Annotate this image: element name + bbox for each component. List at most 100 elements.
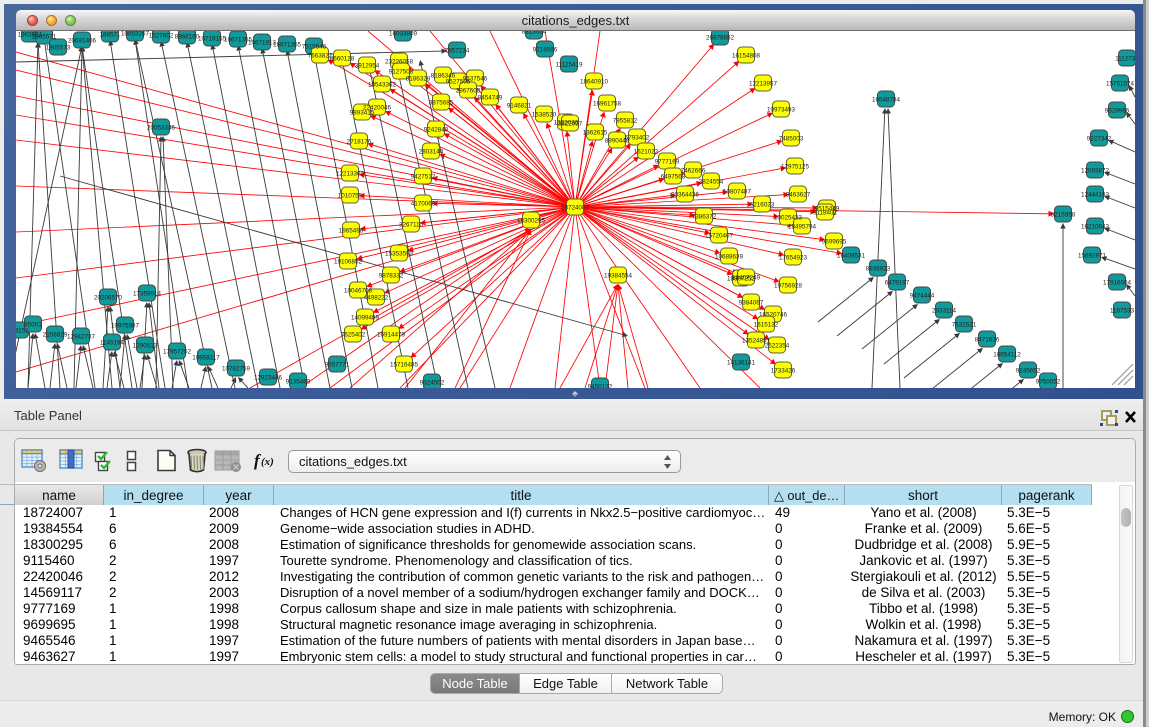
svg-text:9384067: 9384067: [739, 300, 764, 307]
svg-text:9537546: 9537546: [463, 76, 488, 83]
svg-text:6479197: 6479197: [885, 280, 910, 287]
svg-text:16671355: 16671355: [273, 42, 302, 49]
svg-text:2156829: 2156829: [43, 332, 68, 339]
svg-text:9657771: 9657771: [325, 362, 350, 369]
svg-text:17359914: 17359914: [133, 291, 162, 298]
svg-text:9699695: 9699695: [822, 239, 847, 246]
svg-text:1733426: 1733426: [771, 368, 796, 375]
svg-text:2522354: 2522354: [765, 343, 790, 350]
svg-text:6793402: 6793402: [625, 135, 650, 142]
svg-text:17957252: 17957252: [163, 349, 192, 356]
svg-text:85001: 85001: [24, 322, 42, 329]
svg-text:1965498: 1965498: [339, 228, 364, 235]
svg-text:15716485: 15716485: [390, 362, 419, 369]
svg-text:3912954: 3912954: [355, 63, 380, 70]
svg-text:23226058: 23226058: [385, 59, 414, 66]
svg-text:1621022: 1621022: [634, 149, 659, 156]
svg-text:2803144: 2803144: [419, 149, 444, 156]
svg-text:10025433: 10025433: [774, 215, 803, 222]
svg-text:10807487: 10807487: [723, 189, 752, 196]
svg-text:7485003: 7485003: [779, 136, 804, 143]
svg-text:15720407: 15720407: [705, 233, 734, 240]
svg-text:16210643: 16210643: [1081, 224, 1110, 231]
svg-text:3875685: 3875685: [429, 100, 454, 107]
svg-text:26878682: 26878682: [706, 35, 735, 42]
svg-text:20691406: 20691406: [68, 38, 97, 45]
svg-text:1145194: 1145194: [100, 340, 125, 347]
svg-text:15692971: 15692971: [1078, 253, 1107, 260]
svg-text:12213957: 12213957: [749, 81, 778, 88]
svg-text:1112739: 1112739: [1115, 56, 1135, 63]
svg-text:17916504: 17916504: [1103, 280, 1132, 287]
svg-text:8966160: 8966160: [175, 34, 200, 41]
svg-text:8454749: 8454749: [478, 95, 503, 102]
svg-text:1290513: 1290513: [133, 343, 158, 350]
svg-text:12444193: 12444193: [1081, 192, 1110, 199]
svg-text:10719155: 10719155: [198, 36, 227, 43]
svg-text:11125419: 11125419: [555, 62, 583, 69]
svg-text:8471626: 8471626: [975, 337, 1000, 344]
svg-text:15751074: 15751074: [1106, 81, 1135, 88]
svg-text:12093872: 12093872: [1081, 168, 1110, 175]
svg-text:17654923: 17654923: [779, 255, 808, 262]
svg-text:10975887: 10975887: [111, 323, 140, 330]
svg-text:6497568: 6497568: [661, 174, 686, 181]
svg-text:9135469: 9135469: [286, 379, 311, 386]
svg-text:2933114: 2933114: [932, 308, 957, 315]
svg-text:10973493: 10973493: [767, 107, 796, 114]
svg-text:2718176: 2718176: [347, 139, 372, 146]
svg-text:3267110: 3267110: [399, 222, 424, 229]
svg-text:1905573: 1905573: [46, 45, 71, 52]
svg-text:9227342: 9227342: [1087, 136, 1112, 143]
svg-text:19384554: 19384554: [604, 273, 633, 280]
svg-text:20206570: 20206570: [94, 295, 123, 302]
svg-text:1362615: 1362615: [583, 130, 608, 137]
svg-text:9146821: 9146821: [507, 103, 532, 110]
svg-text:8186328: 8186328: [406, 76, 431, 83]
svg-text:19756928: 19756928: [774, 283, 803, 290]
svg-text:18640910: 18640910: [580, 79, 609, 86]
svg-text:18407249: 18407249: [732, 275, 761, 282]
svg-text:1527602: 1527602: [149, 33, 174, 40]
svg-text:10782759: 10782759: [222, 366, 251, 373]
svg-text:1010755: 1010755: [338, 193, 363, 200]
svg-text:14099489: 14099489: [351, 315, 380, 322]
svg-text:10654112: 10654112: [993, 352, 1021, 359]
svg-text:7515546: 7515546: [302, 44, 327, 51]
svg-text:10543362: 10543362: [368, 82, 397, 89]
svg-text:10853267: 10853267: [121, 31, 150, 38]
svg-text:3824554: 3824554: [699, 179, 724, 186]
svg-text:10688639: 10688639: [715, 254, 744, 261]
svg-text:7857234: 7857234: [445, 48, 470, 55]
svg-text:16548784: 16548784: [872, 97, 901, 104]
svg-text:7955812: 7955812: [613, 118, 638, 125]
svg-text:7462666: 7462666: [681, 168, 706, 175]
svg-text:12213362: 12213362: [336, 171, 365, 178]
svg-text:18300295: 18300295: [517, 218, 546, 225]
svg-text:(x): (x): [261, 456, 274, 468]
svg-text:16914479: 16914479: [377, 332, 406, 339]
svg-text:12923446: 12923446: [254, 375, 283, 382]
svg-text:7386372: 7386372: [692, 214, 717, 221]
svg-text:9750052: 9750052: [1036, 379, 1061, 386]
svg-text:18724007: 18724007: [561, 205, 590, 212]
svg-text:16520746: 16520746: [759, 312, 788, 319]
svg-text:3215958: 3215958: [1051, 212, 1076, 219]
svg-text:9450122: 9450122: [588, 384, 613, 389]
svg-text:18495794: 18495794: [788, 224, 817, 231]
svg-text:7625402: 7625402: [341, 332, 366, 339]
svg-text:4170066: 4170066: [411, 201, 436, 208]
svg-text:9878332: 9878332: [379, 273, 404, 280]
svg-text:12942737: 12942737: [67, 334, 96, 341]
svg-text:16033809: 16033809: [389, 31, 418, 38]
svg-text:3822037: 3822037: [558, 121, 583, 128]
svg-text:9118402: 9118402: [813, 210, 838, 217]
svg-text:9242848: 9242848: [424, 127, 449, 134]
svg-text:7632621: 7632621: [952, 322, 977, 329]
svg-text:10046708: 10046708: [344, 288, 373, 295]
svg-text:1538520: 1538520: [532, 112, 557, 119]
svg-text:12975125: 12975125: [781, 164, 810, 171]
svg-text:2967608: 2967608: [456, 88, 481, 95]
svg-text:9218566: 9218566: [533, 47, 558, 54]
svg-text:9329966: 9329966: [1105, 108, 1130, 115]
